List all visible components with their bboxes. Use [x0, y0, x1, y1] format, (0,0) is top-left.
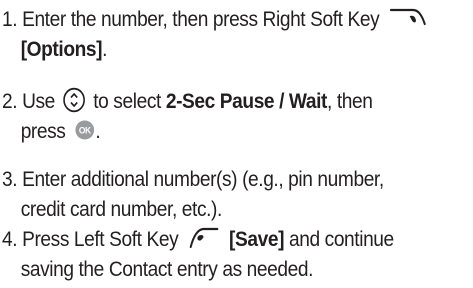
step-text: .	[95, 119, 101, 143]
step-3-line-1: 3. Enter additional number(s) (e.g., pin…	[2, 164, 384, 194]
step-number: 3.	[2, 167, 18, 191]
step-text: saving the Contact entry as needed.	[20, 257, 314, 281]
step-text: and continue	[289, 227, 394, 251]
step-3-line-2: credit card number, etc.).	[2, 194, 384, 224]
step-1-line-2: [Options].	[2, 34, 429, 64]
navigation-key-icon	[63, 87, 86, 113]
right-soft-key-icon	[390, 7, 429, 29]
step-number: 1.	[2, 7, 18, 31]
step-text: press	[20, 119, 66, 143]
instruction-steps: 1. Enter the number, then press Right So…	[0, 0, 473, 288]
step-text: Press Left Soft Key	[22, 227, 179, 251]
step-text: .	[102, 37, 108, 61]
step-3: 3. Enter additional number(s) (e.g., pin…	[2, 164, 384, 224]
step-2-line-1: 2. Use to select 2-Sec Pause / Wait, the…	[2, 86, 373, 116]
step-text: Use	[22, 89, 55, 113]
step-1-line-1: 1. Enter the number, then press Right So…	[2, 4, 429, 34]
step-text: , then	[327, 89, 373, 113]
step-text: Enter the number, then press Right Soft …	[22, 7, 380, 31]
ok-key-label: OK	[79, 125, 92, 136]
menu-option-name: 2-Sec Pause / Wait	[165, 89, 328, 113]
left-soft-key-icon	[187, 226, 219, 250]
step-2: 2. Use to select 2-Sec Pause / Wait, the…	[2, 86, 373, 146]
step-4-line-2: saving the Contact entry as needed.	[2, 254, 394, 284]
step-number: 4.	[2, 227, 18, 251]
step-text: to select	[93, 89, 161, 113]
step-2-line-2: press OK .	[2, 116, 372, 146]
ok-key-icon: OK	[74, 119, 95, 141]
step-text: Enter additional number(s) (e.g., pin nu…	[22, 167, 384, 191]
options-label: [Options]	[20, 37, 103, 61]
save-label: [Save]	[229, 227, 285, 251]
step-1: 1. Enter the number, then press Right So…	[2, 4, 429, 64]
step-4: 4. Press Left Soft Key [Save] and contin…	[2, 224, 394, 284]
step-number: 2.	[2, 89, 18, 113]
step-text: credit card number, etc.).	[20, 197, 223, 221]
step-4-line-1: 4. Press Left Soft Key [Save] and contin…	[2, 224, 394, 254]
